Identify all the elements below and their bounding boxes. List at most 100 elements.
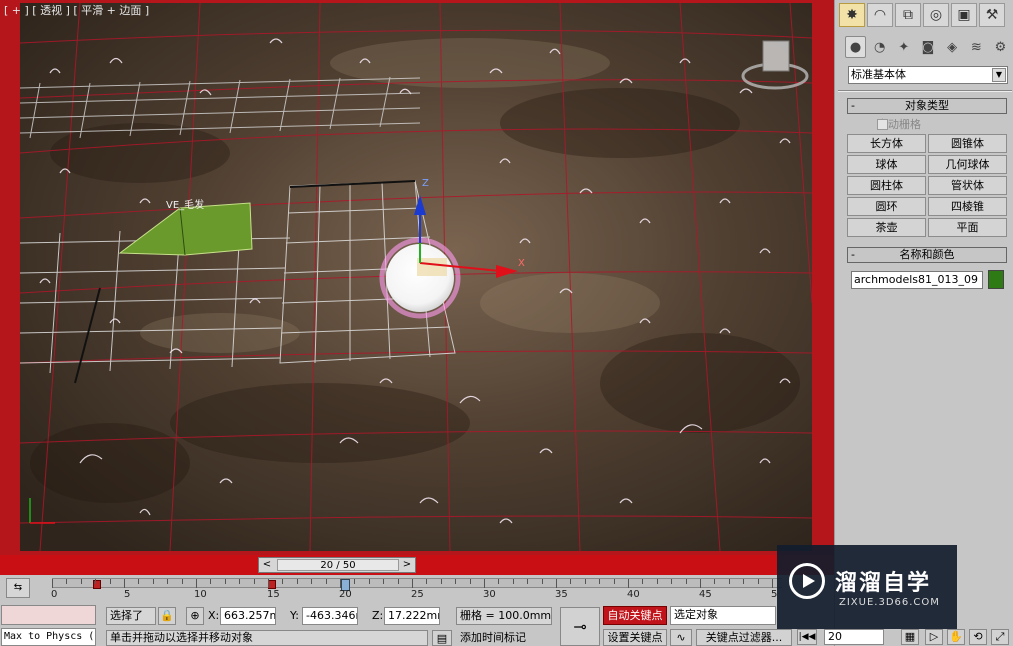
ruler-tick: [124, 579, 125, 588]
chevron-down-icon[interactable]: ▼: [992, 68, 1006, 82]
track-bar: ⇆ 0 5 10 15 20 25 30 35 40 45 5: [0, 575, 834, 603]
current-frame-input[interactable]: 20: [824, 629, 884, 645]
modify-icon[interactable]: ◠: [867, 3, 893, 27]
spacewarps-icon[interactable]: ≋: [966, 36, 987, 58]
y-label: Y:: [290, 609, 299, 622]
pyramid-button[interactable]: 四棱锥: [928, 197, 1007, 216]
box-button[interactable]: 长方体: [847, 134, 926, 153]
primitive-category-value: 标准基本体: [851, 68, 906, 81]
tick-label: 35: [555, 589, 568, 600]
create-icon[interactable]: ✸: [839, 3, 865, 27]
torus-button[interactable]: 圆环: [847, 197, 926, 216]
perspective-viewport[interactable]: [ + ] [ 透视 ] [ 平滑 + 边面 ] VE_毛发 Z X: [0, 0, 834, 555]
ruler-tick: [455, 579, 456, 584]
set-key-button[interactable]: 设置关键点: [603, 629, 667, 646]
ruler-tick: [66, 579, 67, 584]
play-logo-icon: [789, 563, 825, 599]
checkbox-icon: [877, 118, 888, 130]
go-to-start-icon[interactable]: |◀◀: [797, 629, 817, 645]
ruler-tick: [542, 579, 543, 584]
set-key-icon[interactable]: ⊸: [560, 607, 600, 646]
geometry-icon[interactable]: ●: [845, 36, 867, 58]
lock-icon[interactable]: 🔒: [158, 607, 176, 625]
ruler-tick: [470, 579, 471, 584]
next-frame-button[interactable]: >: [399, 558, 415, 572]
time-slider-track[interactable]: < 20 / 50 >: [258, 557, 416, 573]
create-category-tabs: ● ◔ ✦ ◙ ◈ ≋ ⚙: [845, 36, 1011, 58]
cameras-icon[interactable]: ◙: [917, 36, 938, 58]
name-color-title: 名称和颜色: [899, 248, 955, 261]
pan-icon[interactable]: ✋: [947, 629, 965, 645]
time-config-icon[interactable]: ▦: [901, 629, 919, 645]
name-color-rollout-header[interactable]: - 名称和颜色: [847, 247, 1007, 263]
selected-object-dropdown[interactable]: 选定对象: [670, 606, 776, 625]
ruler-tick: [441, 579, 442, 584]
orbit-icon[interactable]: ⟲: [969, 629, 987, 645]
teapot-button[interactable]: 茶壶: [847, 218, 926, 237]
plane-button[interactable]: 平面: [928, 218, 1007, 237]
scene-render: [20, 3, 812, 551]
ruler-tick: [167, 579, 168, 584]
ruler-tick: [297, 579, 298, 584]
tick-label: 10: [194, 589, 207, 600]
motion-icon[interactable]: ◎: [923, 3, 949, 27]
selection-status: 选择了: [106, 607, 156, 625]
cylinder-button[interactable]: 圆柱体: [847, 176, 926, 195]
viewport-canvas[interactable]: VE_毛发 Z X: [20, 3, 812, 551]
ruler-tick: [585, 579, 586, 584]
shapes-icon[interactable]: ◔: [869, 36, 890, 58]
lights-icon[interactable]: ✦: [893, 36, 914, 58]
key-mode-icon[interactable]: ∿: [670, 629, 692, 646]
ruler-tick: [412, 579, 413, 588]
object-type-rollout-header[interactable]: - 对象类型: [847, 98, 1007, 114]
ruler-tick: [426, 579, 427, 584]
geosphere-button[interactable]: 几何球体: [928, 155, 1007, 174]
maxscript-mini-listener[interactable]: Max to Physcs (: [1, 628, 96, 646]
tick-label: 45: [699, 589, 712, 600]
ruler-tick: [210, 579, 211, 584]
y-coordinate-input[interactable]: -463.346m: [302, 607, 358, 625]
watermark: 溜溜自学 ZIXUE.3D66.COM: [777, 545, 957, 629]
ruler-tick: [758, 579, 759, 584]
ruler-tick: [657, 579, 658, 584]
ruler-tick: [599, 579, 600, 584]
ruler-tick: [95, 579, 96, 584]
auto-key-button[interactable]: 自动关键点: [603, 606, 667, 625]
viewport-label[interactable]: [ + ] [ 透视 ] [ 平滑 + 边面 ]: [4, 2, 149, 18]
tube-button[interactable]: 管状体: [928, 176, 1007, 195]
sphere-button[interactable]: 球体: [847, 155, 926, 174]
curve-editor-icon[interactable]: ⇆: [6, 578, 30, 598]
object-name-input[interactable]: archmodels81_013_09: [851, 271, 983, 289]
ruler-tick: [326, 579, 327, 584]
key-filters-button[interactable]: 关键点过滤器...: [696, 629, 792, 646]
ruler-tick: [628, 579, 629, 588]
ruler-tick: [383, 579, 384, 584]
primitive-category-dropdown[interactable]: 标准基本体 ▼: [848, 66, 1008, 84]
helpers-icon[interactable]: ◈: [942, 36, 963, 58]
transform-mode-icon[interactable]: ⊕: [186, 607, 204, 625]
utilities-icon[interactable]: ⚒: [979, 3, 1005, 27]
ruler-tick: [772, 579, 773, 588]
timeline-ruler[interactable]: [52, 578, 782, 591]
zoom-extents-icon[interactable]: ▷: [925, 629, 943, 645]
ruler-tick: [225, 579, 226, 584]
status-bar: Max to Physcs ( 选择了 🔒 ⊕ X: 663.257mm Y: …: [0, 603, 834, 646]
add-time-tag[interactable]: 添加时间标记: [460, 631, 526, 645]
maximize-viewport-icon[interactable]: ⤢: [991, 629, 1009, 645]
systems-icon[interactable]: ⚙: [990, 36, 1011, 58]
x-coordinate-input[interactable]: 663.257mm: [220, 607, 276, 625]
time-tag-icon[interactable]: ▤: [432, 630, 452, 646]
autogrid-checkbox[interactable]: 自动栅格: [877, 116, 921, 132]
hierarchy-icon[interactable]: ⧉: [895, 3, 921, 27]
gizmo-z-label: Z: [422, 178, 429, 189]
display-icon[interactable]: ▣: [951, 3, 977, 27]
collapse-icon: -: [851, 99, 855, 112]
cone-button[interactable]: 圆锥体: [928, 134, 1007, 153]
ruler-tick: [354, 579, 355, 584]
maxscript-listener-top[interactable]: [1, 605, 96, 625]
keyframe-marker[interactable]: [268, 580, 276, 589]
prev-frame-button[interactable]: <: [259, 558, 275, 572]
object-color-swatch[interactable]: [988, 270, 1004, 289]
z-coordinate-input[interactable]: 17.222mm: [384, 607, 440, 625]
time-slider-thumb[interactable]: 20 / 50: [277, 559, 399, 571]
